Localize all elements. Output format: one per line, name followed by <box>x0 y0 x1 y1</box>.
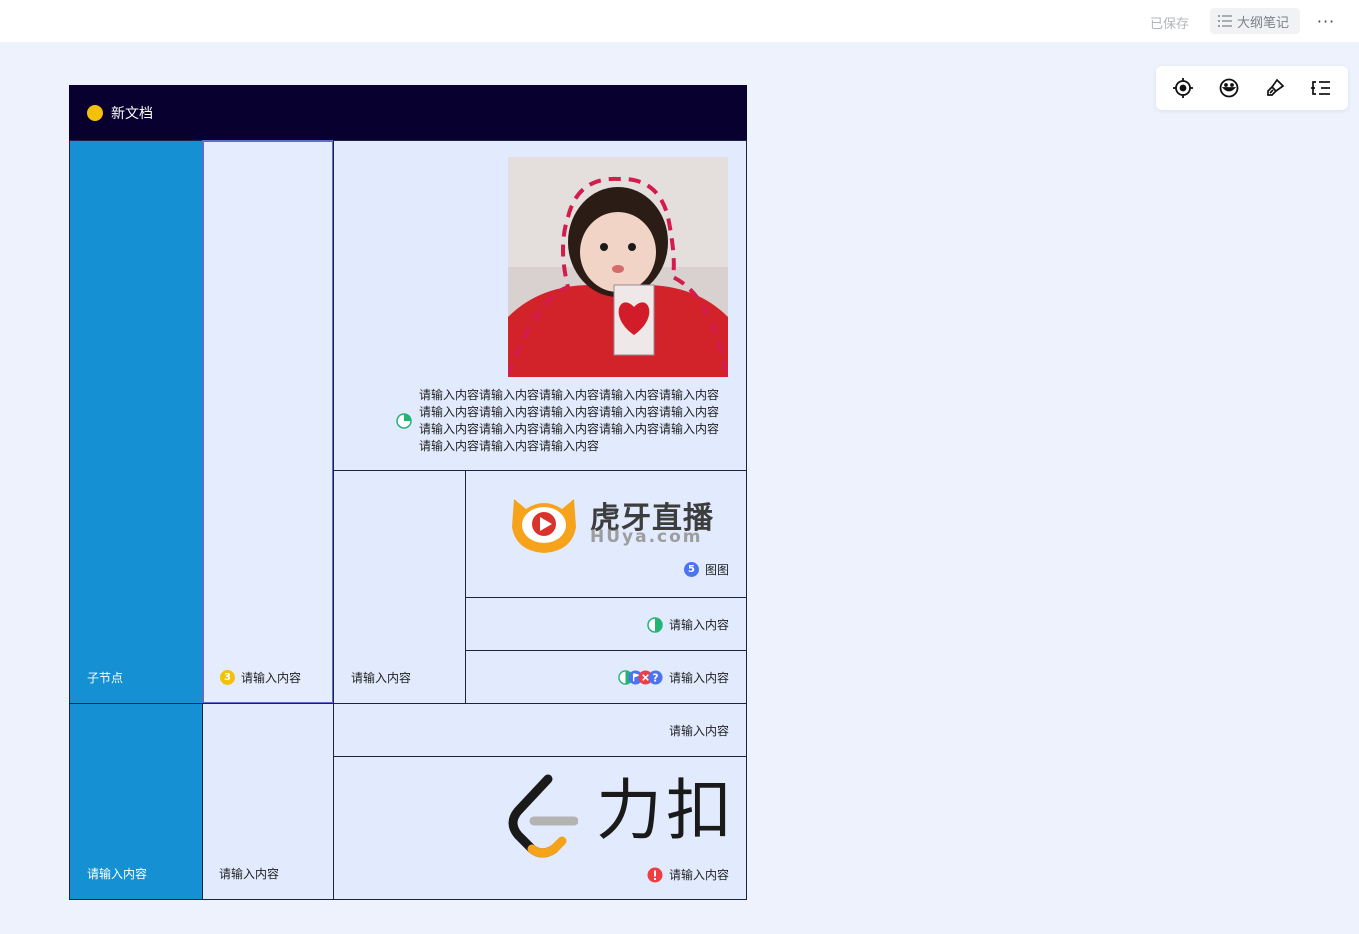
svg-text:?: ? <box>652 672 658 684</box>
node-bottom-blue[interactable]: 请输入内容 <box>69 703 203 900</box>
locate-button[interactable] <box>1169 74 1197 102</box>
node-leetcode-row: 请输入内容 <box>647 866 729 883</box>
node-bottom-right-top-label: 请输入内容 <box>668 724 729 738</box>
node-mid-left[interactable]: 请输入内容 <box>333 470 466 704</box>
node-col2-top[interactable]: 3 请输入内容 <box>202 140 334 704</box>
node-bottom-blue-label: 请输入内容 <box>87 867 148 881</box>
more-options-button[interactable]: ··· <box>1313 8 1339 34</box>
node-huya-label: 图图 <box>704 563 729 577</box>
node-mid-left-label: 请输入内容 <box>351 671 412 685</box>
outline-notes-label: 大纲笔记 <box>1237 15 1290 31</box>
more-icon: ··· <box>1316 11 1336 31</box>
node-leetcode-label: 请输入内容 <box>668 868 729 882</box>
icon-stack: ? <box>618 670 663 685</box>
question-icon: ? <box>648 670 663 685</box>
node-leetcode[interactable]: 力扣 请输入内容 <box>333 756 747 900</box>
node-child[interactable]: 子节点 <box>69 140 203 704</box>
node-bottom-right-top[interactable]: 请输入内容 <box>333 703 747 757</box>
top-bar: 已保存 大纲笔记 ··· <box>0 0 1359 42</box>
node-image[interactable]: 请输入内容请输入内容请输入内容请输入内容请输入内容请输入内容请输入内容请输入内容… <box>333 140 747 471</box>
node-col2-top-row: 3 请输入内容 <box>220 669 301 686</box>
outline-toggle-button[interactable] <box>1307 74 1335 102</box>
node-multi-icon[interactable]: ? 请输入内容 <box>465 650 747 704</box>
node-half-progress[interactable]: 请输入内容 <box>465 597 747 651</box>
warning-icon <box>647 867 663 882</box>
child-photo <box>508 157 728 377</box>
node-bottom-col2[interactable]: 请输入内容 <box>202 703 334 900</box>
document-title: 新文档 <box>111 105 153 122</box>
node-half-progress-row: 请输入内容 <box>647 616 729 633</box>
leetcode-logo-icon <box>508 774 578 858</box>
number-5-icon: 5 <box>683 562 699 577</box>
node-huya[interactable]: 虎牙直播 HUya.com 5 图图 <box>465 470 747 598</box>
quarter-progress-icon <box>396 413 412 429</box>
node-child-label: 子节点 <box>87 671 124 685</box>
node-col2-top-label: 请输入内容 <box>241 671 302 685</box>
locate-icon <box>1173 78 1193 98</box>
outline-notes-button[interactable]: 大纲笔记 <box>1210 8 1300 34</box>
node-half-progress-label: 请输入内容 <box>668 618 729 632</box>
node-multi-icon-row: ? 请输入内容 <box>618 669 729 686</box>
list-icon <box>1218 15 1232 27</box>
huya-logo-url: HUya.com <box>590 527 703 547</box>
leetcode-logo-text: 力扣 <box>596 772 736 849</box>
node-bottom-col2-label: 请输入内容 <box>219 867 280 881</box>
half-progress-icon <box>647 616 663 633</box>
node-multi-icon-label: 请输入内容 <box>668 671 729 685</box>
title-dot-icon <box>87 104 103 121</box>
save-status: 已保存 <box>1150 17 1190 32</box>
emoji-icon <box>1219 78 1239 98</box>
outline-toggle-icon <box>1311 81 1330 95</box>
number-3-icon: 3 <box>220 670 235 685</box>
brush-button[interactable] <box>1261 74 1289 102</box>
mind-map: 新文档 子节点 3 请输入内容 请输入内容请输入内容请输入内容请输入内容请输入内… <box>69 85 747 900</box>
brush-icon <box>1267 78 1285 96</box>
node-huya-row: 5 图图 <box>683 561 729 578</box>
document-header[interactable]: 新文档 <box>69 85 747 140</box>
tool-panel <box>1156 66 1348 110</box>
emoji-button[interactable] <box>1215 74 1243 102</box>
image-caption: 请输入内容请输入内容请输入内容请输入内容请输入内容请输入内容请输入内容请输入内容… <box>419 388 720 453</box>
